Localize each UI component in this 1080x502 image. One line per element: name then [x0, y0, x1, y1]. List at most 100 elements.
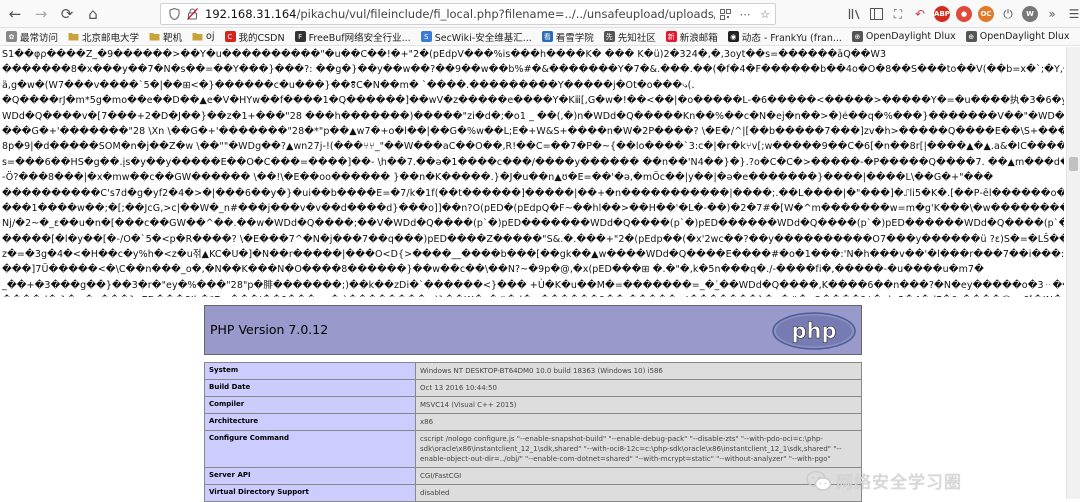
bookmark-label: 最常访问: [20, 30, 58, 44]
bookmark-item[interactable]: 新新浪邮箱: [666, 30, 718, 44]
extension-orange-icon[interactable]: OC: [978, 6, 994, 22]
bookmark-label: 动态 - FrankYu (fran...: [742, 30, 842, 44]
phpinfo-value: x86: [416, 414, 862, 431]
tracking-shield-icon[interactable]: [165, 5, 183, 23]
binary-text-line: -Ö?���8���|�x�mw��c��GW������ \��!\�E��o…: [2, 170, 1064, 185]
phpinfo-row: Server APICGI/FastCGI: [205, 468, 862, 485]
binary-image-output: S1��φρ����Z_�9������>��Y�u����������"�u�…: [0, 47, 1064, 297]
bookmark-item[interactable]: FFreeBuf网络安全行业...: [295, 30, 411, 44]
bookmark-label: OpenDaylight Dlux: [980, 31, 1070, 42]
bookmark-item[interactable]: ✿最常访问: [6, 30, 58, 44]
phpinfo-value: MSVC14 (Visual C++ 2015): [416, 397, 862, 414]
extension-w-icon[interactable]: W: [1022, 6, 1038, 22]
phpinfo-header: PHP Version 7.0.12 php: [204, 305, 862, 355]
toolbar-extensions: ⛶ ↶ ABP ● OC ⏻ W » ☰: [846, 3, 1080, 25]
bookmark-item[interactable]: 北京邮电大学: [68, 30, 139, 44]
binary-text-line: _��+�3���g��}��3�r�"ey�%���"28"p�腓������…: [2, 278, 1064, 293]
bookmark-item[interactable]: 先先知社区: [604, 30, 656, 44]
phpinfo-value: cscript /nologo configure.js "--enable-s…: [416, 431, 862, 468]
extension-red-icon[interactable]: ●: [956, 6, 972, 22]
folder-icon: [149, 31, 160, 42]
xianzhi-icon: 先: [604, 31, 615, 42]
freebuf-icon: F: [295, 31, 306, 42]
binary-text-line: ���G�+'�������"28 \Xn \��G�+'�������"28�…: [2, 124, 1064, 139]
phpinfo-key: System: [205, 363, 416, 380]
secwiki-icon: S: [421, 31, 432, 42]
binary-text-line: ���1����w��;�[;��JcG,>c|��W�_n#���j���v�…: [2, 201, 1064, 216]
kanxue-icon: 看: [542, 31, 553, 42]
binary-text-line: z�=�3g�4�<�H��c�y%h�<z�u젂▲KC�U�]�N��r���…: [2, 247, 1064, 262]
url-host: 192.168.31.164: [205, 7, 296, 21]
phpinfo-row: Build DateOct 13 2016 10:44:50: [205, 380, 862, 397]
more-actions-icon[interactable]: ⋯: [735, 5, 755, 23]
bookmark-star-icon[interactable]: ☆: [755, 5, 775, 23]
redirect-icon[interactable]: ↶: [912, 6, 928, 22]
binary-text-line: Nj/�2~�_ɛ��u�n�[���c��GW��^��.��w�WDd�Q�…: [2, 216, 1064, 231]
phpinfo-table: SystemWindows NT DESKTOP-BT64DM0 10.0 bu…: [204, 362, 862, 502]
browser-toolbar: ← → ⟳ ⌂ 192.168.31.164/pikachu/vul/filei…: [0, 0, 1080, 28]
bookmark-item[interactable]: ⊕OpenDaylight Dlux: [966, 31, 1070, 42]
wechat-watermark: 网络安全学习圈: [806, 468, 962, 493]
page-scrollbar[interactable]: [1066, 47, 1080, 499]
insecure-lock-icon[interactable]: [183, 5, 201, 23]
php-version-title: PHP Version 7.0.12: [210, 322, 328, 337]
phpinfo-key: Configure Command: [205, 431, 416, 468]
binary-text-line: 8p�9|�d�����SOM�n�j��Z�w \��""�WDg��?▲wn…: [2, 139, 1064, 154]
bookmark-item[interactable]: C我的CSDN: [225, 30, 285, 44]
bookmark-item[interactable]: ◉动态 - FrankYu (fran...: [728, 30, 842, 44]
hamburger-menu-icon[interactable]: ☰: [1066, 6, 1080, 22]
binary-text-line: �����[�l�y��[�-/O�`5�<p�R����? \�E���7^�…: [2, 232, 1064, 247]
phpinfo-row: CompilerMSVC14 (Visual C++ 2015): [205, 397, 862, 414]
home-button[interactable]: ⌂: [82, 3, 104, 25]
sidebar-icon[interactable]: [868, 6, 884, 22]
overflow-menu-icon[interactable]: »: [1044, 6, 1060, 22]
phpinfo-key: Build Date: [205, 380, 416, 397]
phpinfo-row: Configure Commandcscript /nologo configu…: [205, 431, 862, 468]
back-button[interactable]: ←: [4, 3, 26, 25]
bookmark-label: 新浪邮箱: [680, 30, 718, 44]
php-logo: php: [771, 311, 857, 351]
url-text[interactable]: 192.168.31.164/pikachu/vul/fileinclude/f…: [205, 7, 715, 21]
bookmark-item[interactable]: ⊕OpenDaylight Dlux: [852, 31, 956, 42]
screenshot-icon[interactable]: ⛶: [890, 6, 906, 22]
bookmark-label: 靶机: [163, 30, 182, 44]
phpinfo-row: SystemWindows NT DESKTOP-BT64DM0 10.0 bu…: [205, 363, 862, 380]
binary-text-line: ����������C's7d�g�yf2�4�>�|���6��y�}�ui�…: [2, 186, 1064, 201]
phpinfo-value: CGI/FastCGI: [416, 468, 862, 485]
reload-button[interactable]: ⟳: [56, 3, 78, 25]
phpinfo-row: Architecturex86: [205, 414, 862, 431]
bookmark-item[interactable]: SSecWiki-安全维基汇...: [421, 30, 532, 44]
binary-text-line: �Q����rJ�m*5g�mo��e��D��▲e�V�HYw��f����1…: [2, 93, 1064, 108]
bookmark-label: FreeBuf网络安全行业...: [309, 30, 411, 44]
bookmark-item[interactable]: 靶机: [149, 30, 182, 44]
globe-icon: ⊕: [966, 31, 977, 42]
library-icon[interactable]: [846, 6, 862, 22]
forward-arrow-icon: →: [35, 5, 48, 23]
address-bar[interactable]: 192.168.31.164/pikachu/vul/fileinclude/f…: [160, 3, 776, 25]
bookmark-label: oj: [206, 31, 214, 42]
phpinfo-key: Architecture: [205, 414, 416, 431]
reload-icon: ⟳: [61, 5, 74, 23]
bookmark-label: SecWiki-安全维基汇...: [435, 30, 532, 44]
folder-icon: [68, 31, 79, 42]
bookmark-item[interactable]: oj: [192, 31, 214, 42]
binary-text-line: S1��φρ����Z_�9������>��Y�u����������"�u�…: [2, 47, 1064, 62]
back-arrow-icon: ←: [9, 5, 22, 23]
watermark-text: 网络安全学习圈: [836, 468, 962, 493]
binary-text-line: ����d�.}�w�y���}pED���8Ih�"Em���'��?���>…: [2, 293, 1064, 297]
bookmark-label: 我的CSDN: [239, 30, 285, 44]
phpinfo-key: Server API: [205, 468, 416, 485]
bookmark-item[interactable]: 看看雪学院: [542, 30, 594, 44]
home-icon: ⌂: [88, 5, 98, 23]
bookmark-label: OpenDaylight Dlux: [866, 31, 956, 42]
scrollbar-thumb[interactable]: [1069, 157, 1078, 171]
url-path: /pikachu/vul/fileinclude/fi_local.php?fi…: [296, 7, 715, 21]
binary-text-line: �������8�x���y��7�N�s��=��Y���}���?: ��g…: [2, 62, 1064, 77]
qr-code-icon[interactable]: [715, 5, 735, 23]
bookmarks-bar: ✿最常访问北京邮电大学 靶机 oj C我的CSDN FFreeBuf网络安全行业... S…: [0, 28, 1080, 46]
forward-button[interactable]: →: [30, 3, 52, 25]
wechat-icon: [806, 470, 832, 492]
phpinfo-value: Windows NT DESKTOP-BT64DM0 10.0 build 18…: [416, 363, 862, 380]
power-icon[interactable]: ⏻: [1000, 6, 1016, 22]
adblock-icon[interactable]: ABP: [934, 6, 950, 22]
